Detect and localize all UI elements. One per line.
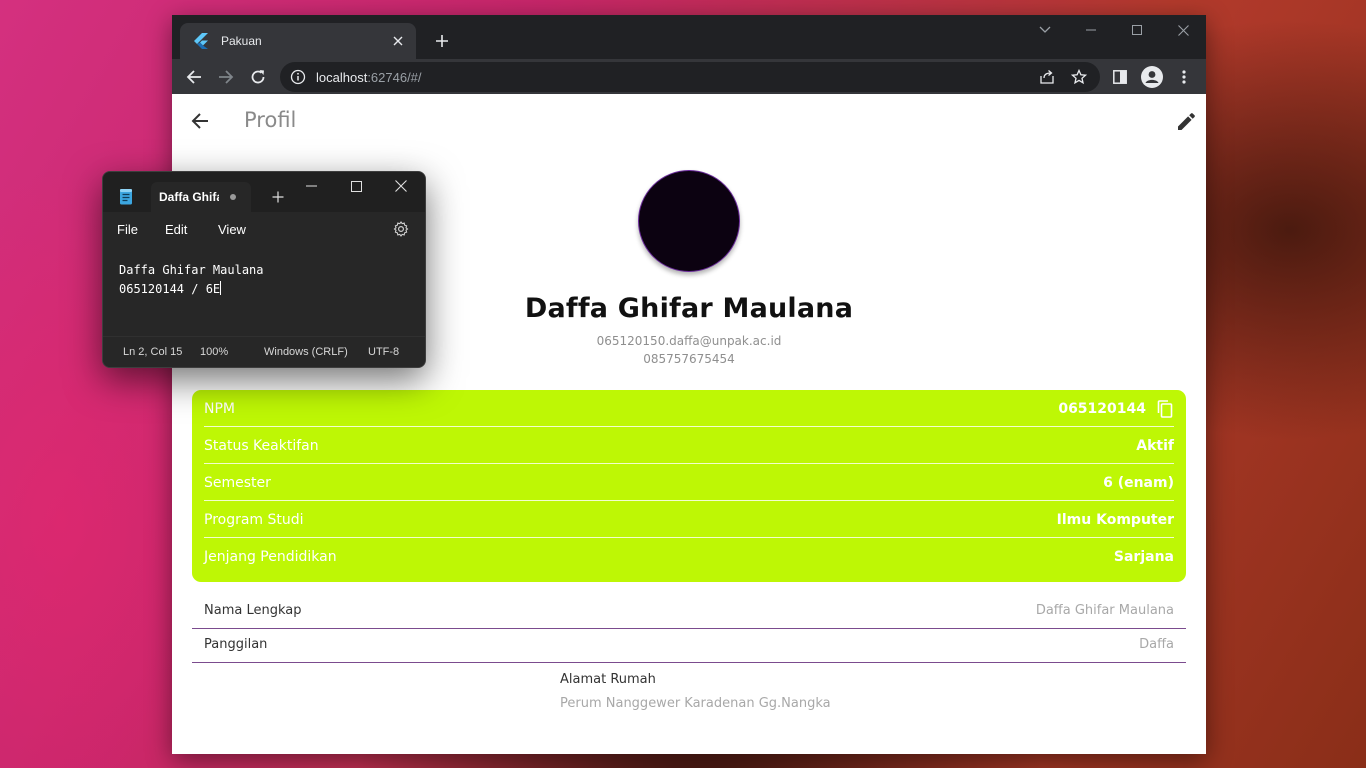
notepad-maximize-icon[interactable]: [336, 176, 376, 196]
detail-value: Daffa: [1139, 637, 1174, 652]
info-label: Jenjang Pendidikan: [204, 548, 337, 565]
minimize-icon[interactable]: [1068, 15, 1114, 45]
menu-file[interactable]: File: [117, 222, 138, 237]
menu-edit[interactable]: Edit: [165, 222, 187, 237]
share-icon[interactable]: [1039, 69, 1055, 85]
notepad-minimize-icon[interactable]: [291, 176, 331, 196]
browser-window: Pakuan localhost:62746/#/ Profil Daffa G…: [172, 15, 1206, 754]
info-row-status: Status Keaktifan Aktif: [204, 427, 1174, 464]
flutter-icon: [193, 33, 209, 49]
encoding: UTF-8: [368, 346, 400, 358]
line-ending: Windows (CRLF): [264, 346, 348, 358]
menu-view[interactable]: View: [218, 222, 246, 237]
notepad-close-icon[interactable]: [381, 176, 421, 196]
bookmark-star-icon[interactable]: [1071, 69, 1087, 85]
info-row-npm: NPM 065120144: [204, 390, 1174, 427]
notepad-titlebar: Daffa Ghifar Maulana: [103, 172, 425, 212]
info-row-jenjang: Jenjang Pendidikan Sarjana: [204, 538, 1174, 575]
notepad-statusbar: Ln 2, Col 15 100% Windows (CRLF) UTF-8: [103, 336, 425, 367]
edit-icon[interactable]: [1173, 109, 1199, 135]
notepad-window: Daffa Ghifar Maulana File Edit View Daff…: [102, 171, 426, 368]
reload-icon[interactable]: [244, 63, 272, 91]
detail-label: Panggilan: [204, 637, 268, 652]
notepad-tab-title: Daffa Ghifar Maulana: [159, 190, 219, 204]
detail-row-full-name: Nama Lengkap Daffa Ghifar Maulana: [192, 594, 1186, 629]
avatar[interactable]: [638, 170, 740, 272]
info-icon[interactable]: [290, 69, 306, 85]
copy-icon[interactable]: [1156, 399, 1174, 418]
notepad-app-icon: [119, 189, 133, 205]
settings-gear-icon[interactable]: [393, 221, 409, 237]
cursor-position: Ln 2, Col 15: [123, 346, 183, 358]
close-tab-icon[interactable]: [388, 31, 408, 51]
browser-tabstrip: Pakuan: [172, 15, 1206, 59]
academic-info-card: NPM 065120144 Status Keaktifan Aktif Sem…: [192, 390, 1186, 582]
info-label: Status Keaktifan: [204, 437, 319, 454]
info-value: Sarjana: [1113, 548, 1174, 565]
notepad-tab[interactable]: Daffa Ghifar Maulana: [151, 182, 251, 212]
unsaved-dot-icon[interactable]: [230, 194, 236, 200]
maximize-icon[interactable]: [1114, 15, 1160, 45]
detail-value: Daffa Ghifar Maulana: [1035, 603, 1174, 618]
address-label: Alamat Rumah: [560, 672, 656, 687]
detail-row-nickname: Panggilan Daffa: [192, 628, 1186, 663]
close-window-icon[interactable]: [1160, 15, 1206, 45]
info-row-semester: Semester 6 (enam): [204, 464, 1174, 501]
browser-toolbar: localhost:62746/#/: [172, 59, 1206, 94]
address-bar[interactable]: localhost:62746/#/: [280, 62, 1100, 92]
back-icon[interactable]: [180, 63, 208, 91]
info-value: 065120144: [1058, 400, 1146, 417]
text-line-1: Daffa Ghifar Maulana: [119, 263, 264, 277]
info-label: Program Studi: [204, 511, 304, 528]
info-value: Aktif: [1136, 437, 1174, 454]
text-line-2: 065120144 / 6E: [119, 282, 221, 296]
info-label: NPM: [204, 400, 235, 417]
new-tab-icon[interactable]: [430, 29, 454, 53]
url-host: localhost: [316, 69, 368, 85]
info-row-program: Program Studi Ilmu Komputer: [204, 501, 1174, 538]
info-value: Ilmu Komputer: [1056, 511, 1174, 528]
info-value: 6 (enam): [1103, 474, 1174, 491]
text-caret: [220, 281, 222, 295]
forward-icon[interactable]: [212, 63, 240, 91]
profile-avatar-icon[interactable]: [1138, 63, 1166, 91]
side-panel-icon[interactable]: [1106, 63, 1134, 91]
detail-label: Nama Lengkap: [204, 603, 302, 618]
page-title: Profil: [244, 108, 297, 132]
url-path: :62746/#/: [367, 69, 422, 85]
more-menu-icon[interactable]: [1170, 63, 1198, 91]
notepad-menubar: File Edit View: [103, 212, 425, 246]
notepad-text-area[interactable]: Daffa Ghifar Maulana 065120144 / 6E: [103, 246, 425, 336]
browser-tab-title: Pakuan: [221, 34, 262, 48]
address-value: Perum Nanggewer Karadenan Gg.Nangka: [560, 696, 831, 711]
app-back-icon[interactable]: [188, 109, 212, 133]
tab-search-icon[interactable]: [1022, 15, 1068, 45]
info-label: Semester: [204, 474, 271, 491]
notepad-new-tab-icon[interactable]: [269, 188, 287, 206]
zoom-level: 100%: [200, 346, 229, 358]
browser-tab[interactable]: Pakuan: [180, 23, 416, 59]
